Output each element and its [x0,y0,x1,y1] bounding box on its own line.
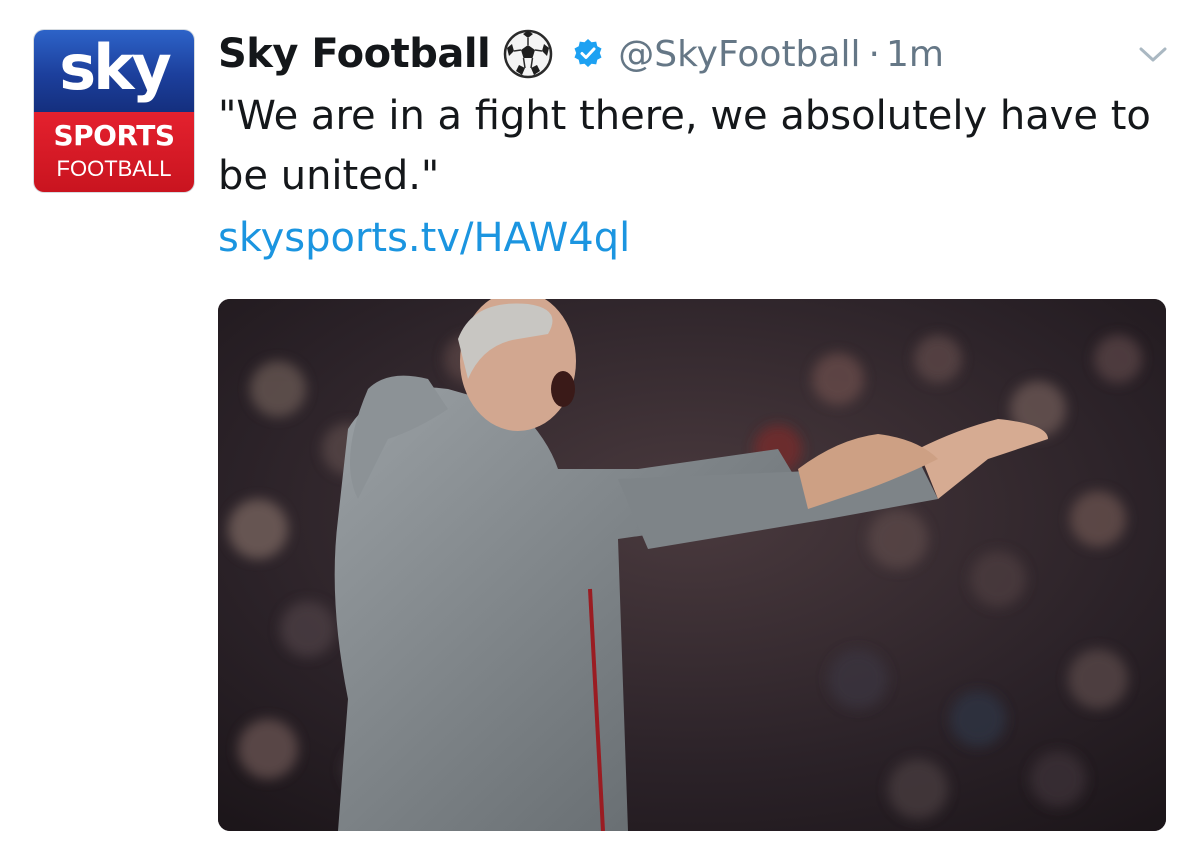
tweet-link[interactable]: skysports.tv/HAW4ql [218,208,630,268]
avatar-logo-football: FOOTBALL [56,156,172,182]
verified-badge-icon [572,38,604,70]
chevron-down-icon[interactable] [1138,44,1168,64]
tweet-media-photo[interactable] [218,299,1166,831]
separator-dot: · [868,33,880,75]
display-name[interactable]: Sky Football [218,31,491,77]
photo-manager-gesturing [218,299,1166,831]
tweet-card[interactable]: sky SPORTS FOOTBALL Sky Football @SkyFoo… [0,0,1200,847]
avatar[interactable]: sky SPORTS FOOTBALL [34,30,194,192]
avatar-logo-top: sky [34,30,194,112]
tweet-text: "We are in a fight there, we absolutely … [218,93,1151,199]
tweet-header: Sky Football @SkyFootball · 1m [218,26,944,82]
avatar-logo-bottom: SPORTS FOOTBALL [34,112,194,192]
soccer-ball-icon [502,28,554,80]
timestamp[interactable]: 1m [886,34,944,75]
user-handle[interactable]: @SkyFootball [618,34,860,75]
avatar-logo-sky: sky [59,31,172,104]
avatar-logo-sports: SPORTS [53,119,175,153]
